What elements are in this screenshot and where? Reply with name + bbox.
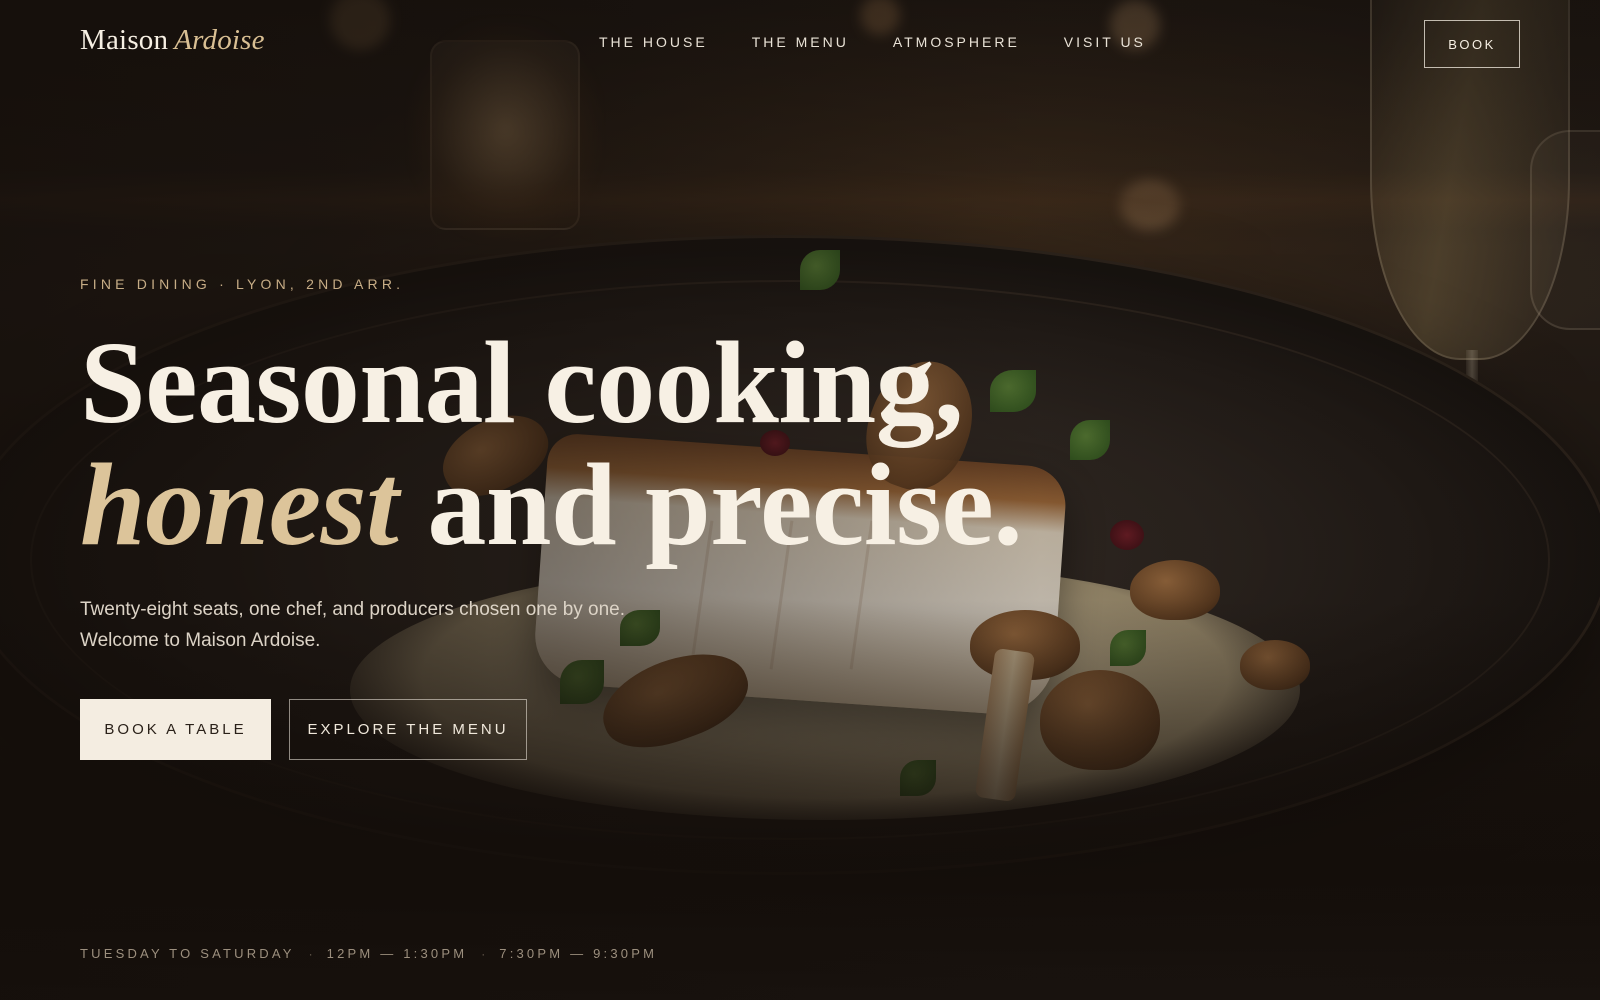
hero-subtitle: Twenty-eight seats, one chef, and produc…: [80, 594, 700, 656]
headline-line-2: honest and precise.: [80, 444, 1023, 566]
site-header: Maison Ardoise THE HOUSE THE MENU ATMOSPH…: [0, 0, 1600, 88]
headline-emphasis: honest: [80, 439, 399, 570]
hours-days: TUESDAY TO SATURDAY: [80, 946, 295, 961]
subtitle-line-2: Welcome to Maison Ardoise.: [80, 630, 321, 651]
brand-name: Maison: [80, 24, 169, 56]
brand-logo[interactable]: Maison Ardoise: [80, 24, 265, 57]
subtitle-line-1: Twenty-eight seats, one chef, and produc…: [80, 599, 626, 620]
nav-item-the-house[interactable]: THE HOUSE: [599, 34, 708, 50]
nav-item-atmosphere[interactable]: ATMOSPHERE: [893, 34, 1020, 50]
book-button[interactable]: BOOK: [1424, 20, 1520, 68]
brand-accent: Ardoise: [174, 24, 265, 56]
hours-lunch: 12PM — 1:30PM: [326, 946, 468, 961]
nav-item-visit-us[interactable]: VISIT US: [1064, 34, 1146, 50]
hours-separator: ·: [308, 946, 313, 961]
hours-dinner: 7:30PM — 9:30PM: [499, 946, 658, 961]
headline-line-2-rest: and precise.: [398, 439, 1023, 570]
hours-separator: ·: [481, 946, 486, 961]
explore-menu-button[interactable]: EXPLORE THE MENU: [289, 699, 527, 760]
hero-headline: Seasonal cooking, honest and precise.: [80, 317, 1023, 566]
book-a-table-button[interactable]: BOOK A TABLE: [80, 699, 271, 760]
opening-hours: TUESDAY TO SATURDAY · 12PM — 1:30PM · 7:…: [80, 946, 657, 961]
nav-item-the-menu[interactable]: THE MENU: [752, 34, 849, 50]
headline-line-1: Seasonal cooking,: [80, 317, 964, 448]
main-nav: THE HOUSE THE MENU ATMOSPHERE VISIT US: [599, 34, 1146, 50]
hero-eyebrow: FINE DINING · LYON, 2ND ARR.: [80, 276, 405, 292]
